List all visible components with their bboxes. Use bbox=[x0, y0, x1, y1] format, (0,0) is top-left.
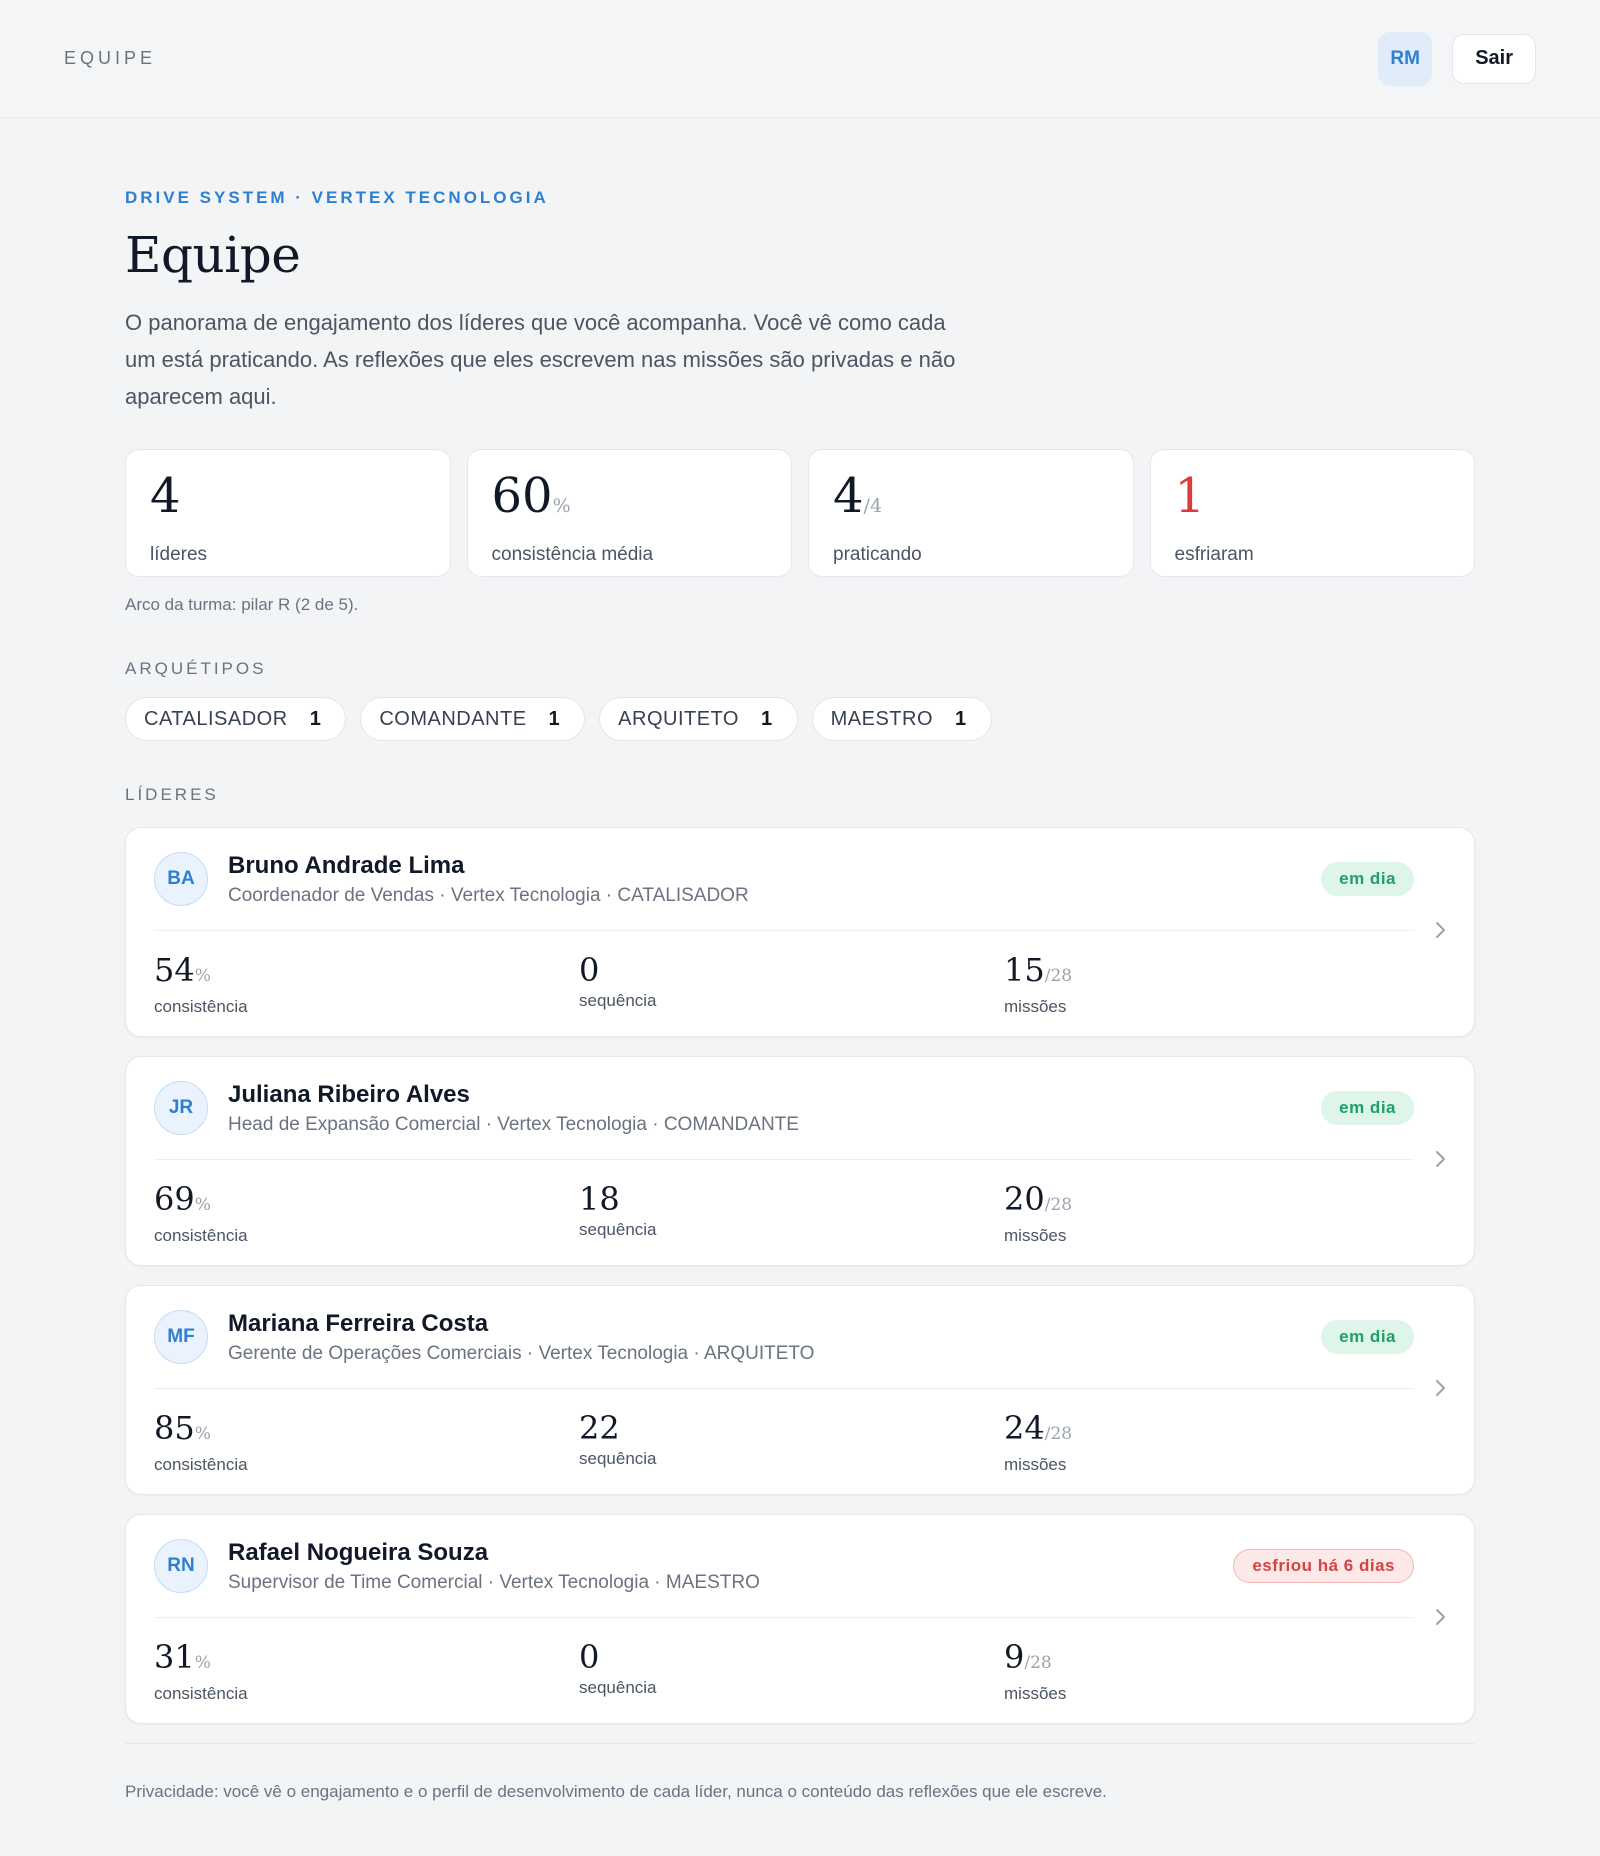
leader-info: Bruno Andrade Lima Coordenador de Vendas… bbox=[228, 852, 1321, 907]
leader-role: Coordenador de Vendas · Vertex Tecnologi… bbox=[228, 884, 749, 906]
archetype-chip-comandante[interactable]: COMANDANTE 1 bbox=[360, 697, 586, 741]
chevron-right-icon[interactable] bbox=[1428, 1147, 1452, 1171]
page-title: Equipe bbox=[125, 226, 301, 284]
leader-header: BA Bruno Andrade Lima Coordenador de Ven… bbox=[154, 828, 1414, 931]
metric-consistency: 69% consistência bbox=[154, 1180, 248, 1245]
metric-missions: 24/28 missões bbox=[1004, 1409, 1073, 1474]
leader-metrics: 69% consistência 18 sequência 20/28 miss… bbox=[154, 1160, 1446, 1246]
archetypes-heading: ARQUÉTIPOS bbox=[125, 659, 267, 678]
stat-label: consistência média bbox=[491, 544, 654, 565]
stat-value: 1 bbox=[1174, 468, 1206, 524]
top-bar: EQUIPE RM Sair bbox=[0, 0, 1600, 118]
metric-consistency: 31% consistência bbox=[154, 1638, 248, 1703]
app-section-title: EQUIPE bbox=[64, 48, 157, 68]
stat-label: esfriaram bbox=[1174, 544, 1254, 565]
leader-name: Mariana Ferreira Costa bbox=[228, 1309, 489, 1337]
status-badge: em dia bbox=[1321, 1320, 1414, 1354]
leader-header: JR Juliana Ribeiro Alves Head de Expansã… bbox=[154, 1057, 1414, 1160]
stat-value: 60% bbox=[491, 468, 571, 524]
leader-info: Rafael Nogueira Souza Supervisor de Time… bbox=[228, 1539, 1233, 1594]
metric-streak: 0 sequência bbox=[579, 1638, 657, 1697]
chip-count: 1 bbox=[309, 707, 322, 730]
metric-missions: 15/28 missões bbox=[1004, 951, 1073, 1016]
chip-label: CATALISADOR bbox=[144, 707, 288, 730]
metric-consistency: 85% consistência bbox=[154, 1409, 248, 1474]
stat-card-consistency: 60% consistência média bbox=[466, 449, 792, 577]
page-intro: O panorama de engajamento dos líderes qu… bbox=[125, 310, 956, 409]
leader-card[interactable]: RN Rafael Nogueira Souza Supervisor de T… bbox=[125, 1514, 1475, 1724]
leader-role: Supervisor de Time Comercial · Vertex Te… bbox=[228, 1571, 760, 1593]
chevron-right-icon[interactable] bbox=[1428, 918, 1452, 942]
leader-name: Bruno Andrade Lima bbox=[228, 851, 465, 879]
privacy-note: Privacidade: você vê o engajamento e o p… bbox=[125, 1743, 1475, 1802]
stats-row: 4 líderes 60% consistência média 4/4 pra… bbox=[125, 449, 1475, 577]
chevron-right-icon[interactable] bbox=[1428, 1605, 1452, 1629]
user-avatar[interactable]: RM bbox=[1378, 31, 1433, 86]
chip-label: ARQUITETO bbox=[618, 707, 739, 730]
leader-header: RN Rafael Nogueira Souza Supervisor de T… bbox=[154, 1515, 1414, 1618]
main-content: DRIVE SYSTEM · VERTEX TECNOLOGIA Equipe … bbox=[0, 118, 1600, 1802]
metric-consistency: 54% consistência bbox=[154, 951, 248, 1016]
stat-card-leaders: 4 líderes bbox=[125, 449, 451, 577]
leader-card[interactable]: MF Mariana Ferreira Costa Gerente de Ope… bbox=[125, 1285, 1475, 1495]
leader-avatar: BA bbox=[154, 852, 208, 906]
leader-avatar: JR bbox=[154, 1081, 208, 1135]
chip-label: MAESTRO bbox=[830, 707, 934, 730]
topbar-actions: RM Sair bbox=[1378, 31, 1536, 86]
metric-streak: 0 sequência bbox=[579, 951, 657, 1010]
arc-note: Arco da turma: pilar R (2 de 5). bbox=[125, 595, 359, 614]
stat-label: praticando bbox=[833, 544, 922, 565]
leader-metrics: 85% consistência 22 sequência 24/28 miss… bbox=[154, 1389, 1446, 1475]
stat-card-practicing: 4/4 praticando bbox=[808, 449, 1134, 577]
status-badge: em dia bbox=[1321, 862, 1414, 896]
metric-missions: 20/28 missões bbox=[1004, 1180, 1073, 1245]
chip-count: 1 bbox=[955, 707, 967, 730]
stat-card-cooled: 1 esfriaram bbox=[1149, 449, 1475, 577]
leader-avatar: RN bbox=[154, 1539, 208, 1593]
archetype-chips: CATALISADOR 1 COMANDANTE 1 ARQUITETO 1 M… bbox=[125, 697, 1475, 741]
leader-role: Gerente de Operações Comerciais · Vertex… bbox=[228, 1342, 815, 1364]
leader-name: Juliana Ribeiro Alves bbox=[228, 1080, 470, 1108]
leader-info: Mariana Ferreira Costa Gerente de Operaç… bbox=[228, 1310, 1321, 1365]
leader-avatar: MF bbox=[154, 1310, 208, 1364]
chip-label: COMANDANTE bbox=[379, 707, 527, 730]
leader-name: Rafael Nogueira Souza bbox=[228, 1538, 489, 1566]
leader-card[interactable]: JR Juliana Ribeiro Alves Head de Expansã… bbox=[125, 1056, 1475, 1266]
archetype-chip-arquiteto[interactable]: ARQUITETO 1 bbox=[599, 697, 798, 741]
leader-header: MF Mariana Ferreira Costa Gerente de Ope… bbox=[154, 1286, 1414, 1389]
logout-button[interactable]: Sair bbox=[1452, 33, 1536, 84]
leader-metrics: 31% consistência 0 sequência 9/28 missõe… bbox=[154, 1618, 1446, 1704]
chip-count: 1 bbox=[548, 707, 561, 730]
metric-streak: 18 sequência bbox=[579, 1180, 657, 1239]
leader-info: Juliana Ribeiro Alves Head de Expansão C… bbox=[228, 1081, 1321, 1136]
leader-card[interactable]: BA Bruno Andrade Lima Coordenador de Ven… bbox=[125, 827, 1475, 1037]
stat-label: líderes bbox=[150, 544, 208, 565]
metric-streak: 22 sequência bbox=[579, 1409, 657, 1468]
breadcrumb: DRIVE SYSTEM · VERTEX TECNOLOGIA bbox=[125, 188, 549, 207]
leaders-heading: LÍDERES bbox=[125, 785, 219, 804]
stat-value: 4 bbox=[150, 468, 181, 524]
status-badge: em dia bbox=[1321, 1091, 1414, 1125]
status-badge: esfriou há 6 dias bbox=[1233, 1549, 1414, 1583]
chip-count: 1 bbox=[760, 707, 773, 730]
stat-value: 4/4 bbox=[833, 468, 883, 524]
chevron-right-icon[interactable] bbox=[1428, 1376, 1452, 1400]
leader-list: BA Bruno Andrade Lima Coordenador de Ven… bbox=[125, 827, 1475, 1724]
leader-metrics: 54% consistência 0 sequência 15/28 missõ… bbox=[154, 931, 1446, 1017]
archetype-chip-catalisador[interactable]: CATALISADOR 1 bbox=[125, 697, 347, 741]
metric-missions: 9/28 missões bbox=[1004, 1638, 1067, 1703]
archetype-chip-maestro[interactable]: MAESTRO 1 bbox=[811, 697, 992, 741]
leader-role: Head de Expansão Comercial · Vertex Tecn… bbox=[228, 1113, 799, 1135]
